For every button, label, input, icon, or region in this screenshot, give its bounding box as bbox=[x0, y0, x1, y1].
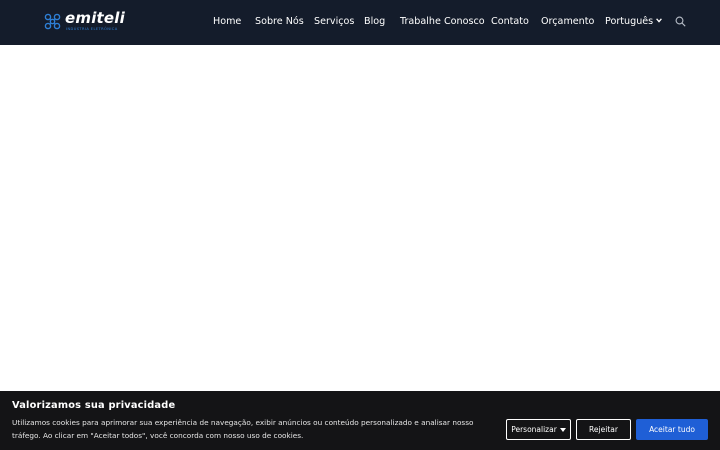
nav-contato[interactable]: Contato bbox=[491, 16, 529, 28]
main-nav: Home Sobre Nós Serviços Blog Trabalhe Co… bbox=[0, 0, 720, 45]
customize-label: Personalizar bbox=[511, 425, 557, 434]
reject-label: Rejeitar bbox=[589, 425, 618, 434]
nav-trabalhe-conosco[interactable]: Trabalhe Conosco bbox=[400, 16, 485, 28]
caret-down-icon bbox=[559, 427, 566, 432]
site-header: emiteli indústria eletrônica Home Sobre … bbox=[0, 0, 720, 45]
cookie-title: Valorizamos sua privacidade bbox=[12, 400, 176, 411]
nav-language-label: Português bbox=[605, 16, 654, 27]
accept-all-button[interactable]: Aceitar tudo bbox=[636, 419, 708, 440]
accept-label: Aceitar tudo bbox=[649, 425, 695, 434]
nav-sobre-nos[interactable]: Sobre Nós bbox=[255, 16, 304, 28]
nav-home[interactable]: Home bbox=[213, 16, 241, 28]
nav-language[interactable]: Português bbox=[605, 16, 663, 28]
search-icon[interactable] bbox=[675, 16, 686, 27]
customize-button[interactable]: Personalizar bbox=[506, 419, 571, 440]
nav-orcamento[interactable]: Orçamento bbox=[541, 16, 594, 28]
chevron-down-icon bbox=[656, 18, 663, 23]
nav-blog[interactable]: Blog bbox=[364, 16, 385, 28]
cookie-text: Utilizamos cookies para aprimorar sua ex… bbox=[12, 418, 474, 440]
reject-button[interactable]: Rejeitar bbox=[576, 419, 631, 440]
nav-servicos[interactable]: Serviços bbox=[314, 16, 354, 28]
